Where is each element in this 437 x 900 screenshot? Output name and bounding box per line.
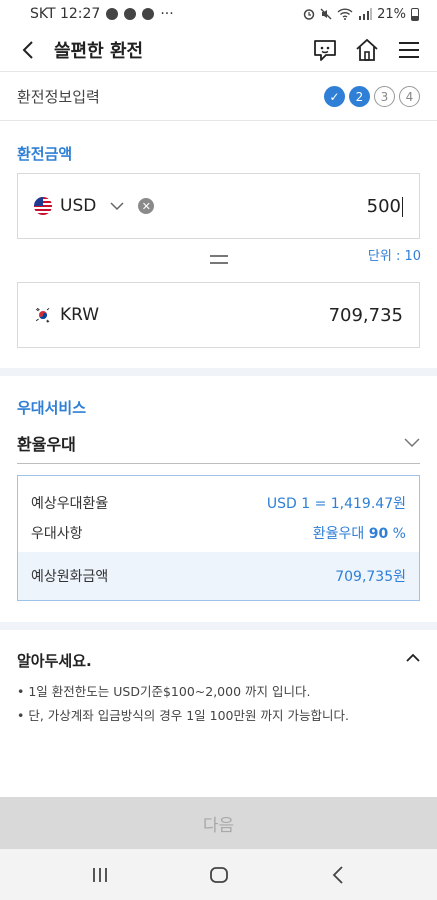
from-amount-input[interactable]: 500 <box>367 196 403 217</box>
talk-notification-icon <box>106 8 119 20</box>
notice-item: • 1일 환전한도는 USD기준$100~2,000 까지 입니다. <box>17 684 311 699</box>
step-1-done: ✓ <box>324 86 345 107</box>
wifi-icon <box>337 8 353 20</box>
rate-label: 예상우대환율 <box>31 496 109 512</box>
step-indicator-row: 환전정보입력 ✓ 2 3 4 <box>0 73 437 121</box>
app-header: 쓸편한 환전 <box>0 28 437 72</box>
to-amount-box: KRW 709,735 <box>17 282 420 348</box>
benefit-detail-value: 환율우대 90 % <box>312 526 406 542</box>
recent-apps-icon <box>92 867 107 882</box>
us-flag-icon <box>34 197 52 215</box>
equals-icon <box>210 255 228 264</box>
benefit-service-label: 우대서비스 <box>17 399 87 417</box>
notice-title: 알아두세요. <box>17 652 92 670</box>
step-2-active: 2 <box>349 86 370 107</box>
benefit-detail-label: 우대사항 <box>31 526 83 542</box>
step-title: 환전정보입력 <box>17 88 100 106</box>
exchange-info-box: 예상우대환율 USD 1 = 1,419.47원 우대사항 환율우대 90 % … <box>17 475 420 601</box>
recent-apps-button[interactable] <box>80 855 120 895</box>
benefit-selected-value: 환율우대 <box>17 434 76 454</box>
total-value: 709,735원 <box>335 569 406 585</box>
notice-item: • 단, 가상계좌 입금방식의 경우 1일 100만원 까지 가능합니다. <box>17 708 349 723</box>
to-currency: KRW <box>60 305 100 325</box>
chevron-up-icon[interactable] <box>405 650 421 666</box>
kr-flag-icon <box>34 306 52 324</box>
hamburger-menu-icon <box>399 41 419 58</box>
info-row-rate: 예상우대환율 USD 1 = 1,419.47원 <box>18 488 419 518</box>
back-nav-button[interactable] <box>318 855 358 895</box>
settings-notification-icon <box>124 8 137 20</box>
info-row-total: 예상원화금액 709,735원 <box>18 552 419 600</box>
text-caret <box>402 196 403 217</box>
home-icon <box>356 38 378 61</box>
chatbot-button[interactable] <box>311 36 339 64</box>
next-button[interactable]: 다음 <box>0 797 437 849</box>
home-button[interactable] <box>353 36 381 64</box>
alarm-icon <box>303 9 315 20</box>
benefit-select[interactable]: 환율우대 <box>17 422 420 464</box>
battery-percent: 21% <box>377 6 406 22</box>
page-title: 쓸편한 환전 <box>54 40 144 62</box>
step-4: 4 <box>399 86 420 107</box>
carrier-time: SKT 12:27 <box>30 6 101 22</box>
back-arrow-icon <box>22 40 33 59</box>
step-indicator: ✓ 2 3 4 <box>324 86 420 107</box>
battery-icon <box>411 7 419 21</box>
step-3: 3 <box>374 86 395 107</box>
notice-list: • 1일 환전한도는 USD기준$100~2,000 까지 입니다. • 단, … <box>17 680 427 728</box>
home-nav-button[interactable] <box>199 855 239 895</box>
to-amount-value: 709,735 <box>328 304 403 326</box>
status-bar: SKT 12:27 ··· 21% <box>0 0 437 28</box>
exchange-amount-label: 환전금액 <box>17 145 73 163</box>
system-nav-bar <box>0 849 437 900</box>
mute-icon <box>320 8 332 20</box>
c-notification-icon <box>142 8 155 20</box>
from-amount-box: USD ✕ 500 <box>17 173 420 239</box>
more-notifications-icon: ··· <box>160 6 174 22</box>
rate-value: USD 1 = 1,419.47원 <box>266 496 406 512</box>
chevron-down-icon <box>404 438 420 447</box>
section-divider <box>0 368 437 376</box>
clear-amount-button[interactable]: ✕ <box>138 198 155 214</box>
menu-button[interactable] <box>395 36 423 64</box>
chatbot-icon <box>314 39 336 61</box>
from-currency-select[interactable]: USD <box>60 196 96 216</box>
home-nav-icon <box>209 866 228 883</box>
total-label: 예상원화금액 <box>31 569 109 585</box>
unit-label: 단위 : 10 <box>367 249 421 264</box>
currency-dropdown-chevron-icon[interactable] <box>110 202 124 210</box>
signal-icon <box>359 8 373 20</box>
section-divider <box>0 622 437 630</box>
info-row-benefit: 우대사항 환율우대 90 % <box>18 518 419 548</box>
back-button[interactable] <box>14 36 42 64</box>
back-nav-icon <box>332 865 343 884</box>
